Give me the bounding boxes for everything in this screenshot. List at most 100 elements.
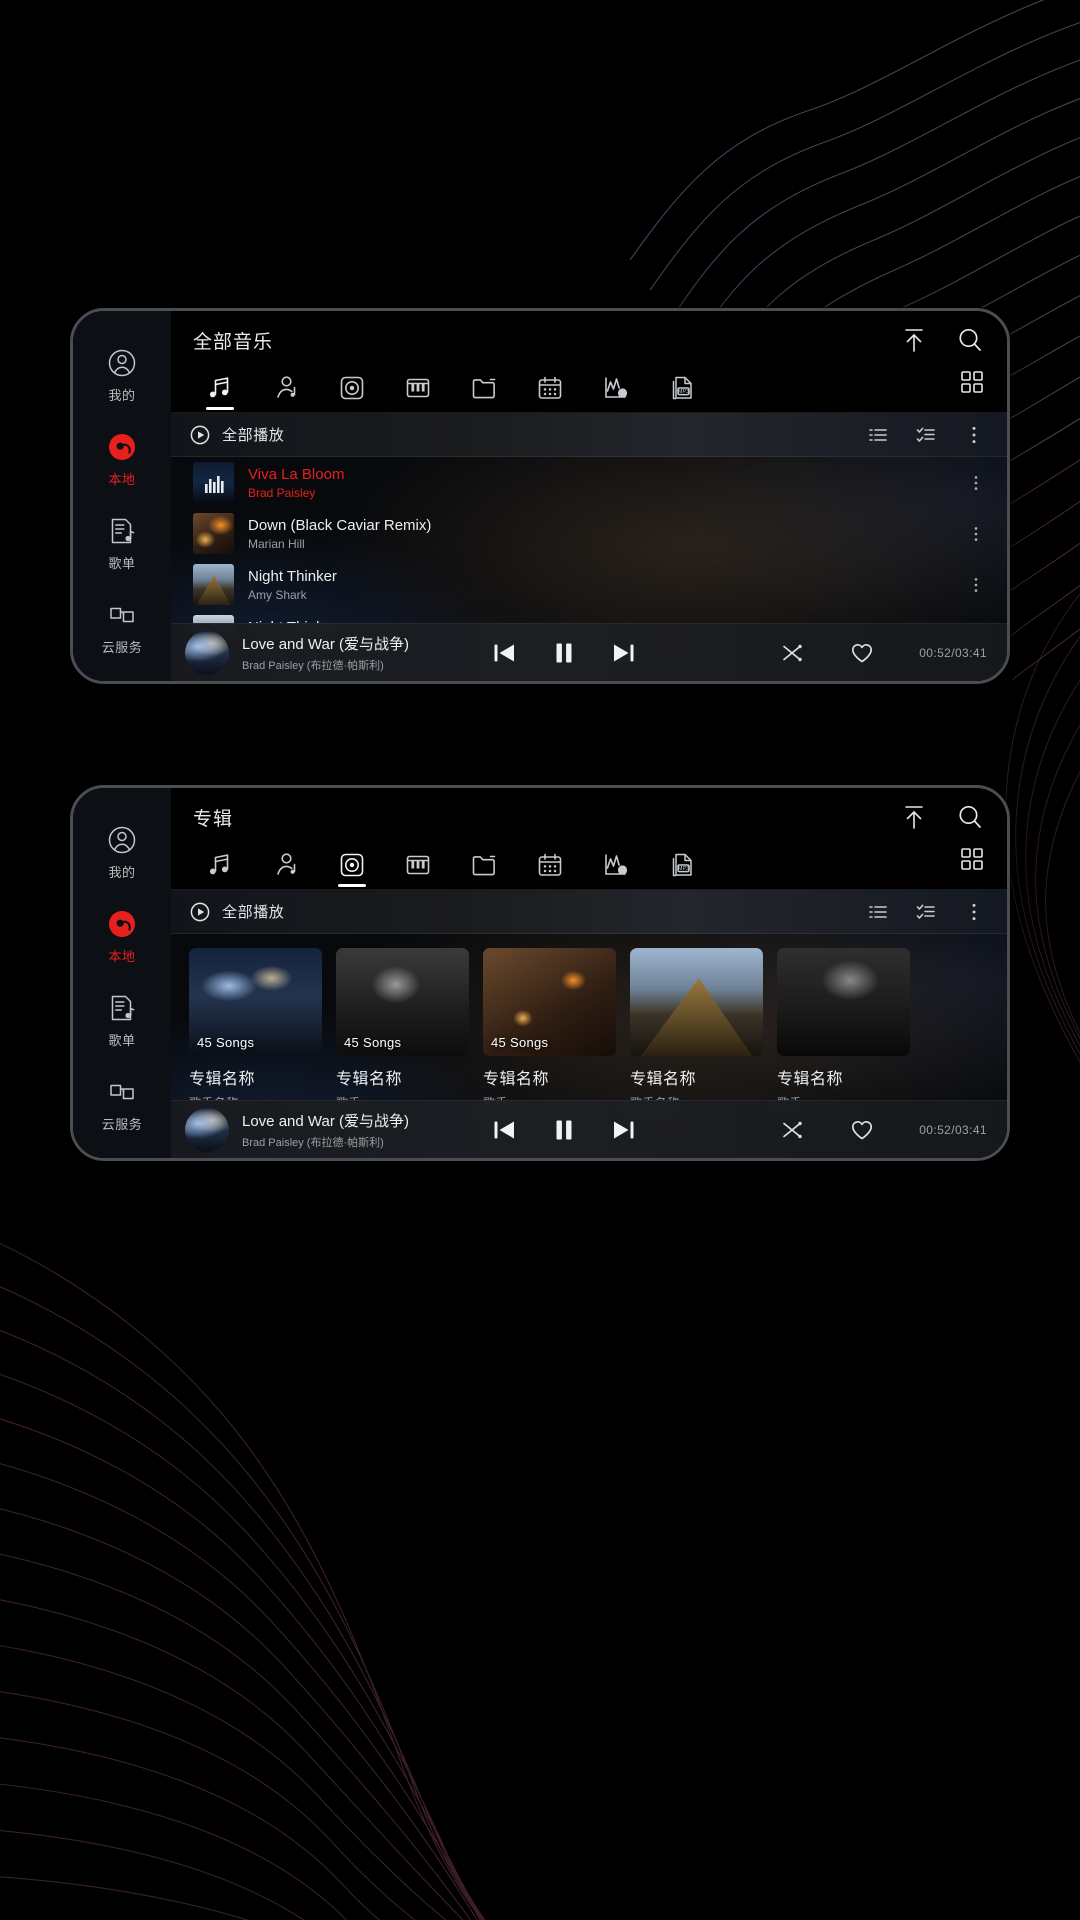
pause-icon[interactable] xyxy=(549,638,579,668)
tab-music[interactable] xyxy=(187,364,253,412)
play-circle-icon[interactable] xyxy=(189,424,211,446)
mp3-file-icon: MP3 xyxy=(672,853,692,877)
list-item[interactable]: 45 Songs 专辑名称 歌手 xyxy=(483,948,616,1111)
pause-icon[interactable] xyxy=(549,1115,579,1145)
artist-icon xyxy=(277,376,296,398)
tab-folder[interactable] xyxy=(451,364,517,412)
more-vertical-icon[interactable] xyxy=(967,474,985,492)
playback-time: 00:52/03:41 xyxy=(919,645,987,660)
list-view-icon[interactable] xyxy=(867,424,889,446)
play-all-bar: 全部播放 xyxy=(171,890,1007,934)
tab-calendar[interactable] xyxy=(517,364,583,412)
more-vertical-icon[interactable] xyxy=(963,901,985,923)
now-playing-artist: Brad Paisley (布拉德·帕斯利) xyxy=(242,1136,384,1149)
calendar-icon xyxy=(538,853,562,876)
upload-arrow-icon[interactable] xyxy=(899,325,929,355)
multi-select-icon[interactable] xyxy=(915,901,937,923)
play-circle-icon[interactable] xyxy=(189,901,211,923)
screen-albums: 我的 本地 歌单 云服务 专辑 Hz MP3 全部播放 45 Songs 专辑名… xyxy=(73,788,1007,1158)
list-item[interactable]: 专辑名称 歌手名称 xyxy=(630,948,763,1111)
heart-icon[interactable] xyxy=(849,1117,875,1143)
song-meta: Viva La Bloom Brad Paisley xyxy=(248,466,953,500)
skip-next-icon[interactable] xyxy=(609,1115,639,1145)
player-extras: 00:52/03:41 xyxy=(779,1117,987,1143)
song-meta: Down (Black Caviar Remix) Marian Hill xyxy=(248,517,953,551)
tab-hires[interactable]: Hz xyxy=(583,364,649,412)
tab-folder[interactable] xyxy=(451,841,517,889)
folder-icon xyxy=(472,378,496,399)
calendar-icon xyxy=(538,376,562,399)
more-vertical-icon[interactable] xyxy=(967,576,985,594)
sidebar-item-playlist[interactable]: 歌单 xyxy=(73,501,171,585)
shuffle-icon[interactable] xyxy=(779,1117,805,1143)
skip-previous-icon[interactable] xyxy=(489,638,519,668)
table-row[interactable]: Viva La Bloom Brad Paisley xyxy=(171,457,1007,508)
sidebar-item-label: 本地 xyxy=(108,949,136,964)
multi-select-icon[interactable] xyxy=(915,424,937,446)
tab-piano[interactable] xyxy=(385,364,451,412)
phone-device-album-grid: 我的 本地 歌单 云服务 专辑 Hz MP3 全部播放 45 Songs 专辑名… xyxy=(70,785,1010,1161)
list-item[interactable]: 45 Songs 专辑名称 歌手名称 xyxy=(189,948,322,1111)
tab-mp3[interactable]: MP3 xyxy=(649,364,715,412)
tab-piano[interactable] xyxy=(385,841,451,889)
now-playing-bar: Love and War (爱与战争) Brad Paisley (布拉德·帕斯… xyxy=(171,1100,1007,1158)
tab-music[interactable] xyxy=(187,841,253,889)
tab-mp3[interactable]: MP3 xyxy=(649,841,715,889)
equalizer-bars-icon xyxy=(205,476,224,493)
tab-artist[interactable] xyxy=(253,841,319,889)
list-item[interactable]: 专辑名称 歌手 xyxy=(777,948,910,1111)
table-row[interactable]: Night Thinker Amy Shark xyxy=(171,559,1007,610)
header: 专辑 xyxy=(171,788,1007,870)
sidebar-item-cloud[interactable]: 云服务 xyxy=(73,1062,171,1146)
user-circle-icon xyxy=(108,826,136,854)
album-cover xyxy=(630,948,763,1056)
search-icon[interactable] xyxy=(955,325,985,355)
svg-text:Hz: Hz xyxy=(619,391,626,397)
sidebar-item-mine[interactable]: 我的 xyxy=(73,810,171,894)
album-cover xyxy=(777,948,910,1056)
transport-controls xyxy=(489,638,639,668)
skip-previous-icon[interactable] xyxy=(489,1115,519,1145)
now-playing-artist: Brad Paisley (布拉德·帕斯利) xyxy=(242,659,384,672)
list-item[interactable]: 45 Songs 专辑名称 歌手 xyxy=(336,948,469,1111)
upload-arrow-icon[interactable] xyxy=(899,802,929,832)
grid-view-icon[interactable] xyxy=(959,846,985,872)
header-actions xyxy=(899,325,985,355)
hz-waveform-icon: Hz xyxy=(605,377,628,398)
playlist-icon xyxy=(111,518,135,544)
album-name: 专辑名称 xyxy=(630,1071,697,1088)
folder-icon xyxy=(472,855,496,876)
skip-next-icon[interactable] xyxy=(609,638,639,668)
sidebar-item-local[interactable]: 本地 xyxy=(73,894,171,978)
shuffle-icon[interactable] xyxy=(779,640,805,666)
hz-waveform-icon: Hz xyxy=(605,854,628,875)
now-playing-bar: Love and War (爱与战争) Brad Paisley (布拉德·帕斯… xyxy=(171,623,1007,681)
tab-calendar[interactable] xyxy=(517,841,583,889)
song-title: Down (Black Caviar Remix) xyxy=(248,516,432,534)
song-artist: Brad Paisley xyxy=(248,485,316,500)
tab-album[interactable] xyxy=(319,841,385,889)
now-playing-title: Love and War (爱与战争) xyxy=(242,1112,409,1130)
list-view-icon[interactable] xyxy=(867,901,889,923)
sidebar-item-playlist[interactable]: 歌单 xyxy=(73,978,171,1062)
more-vertical-icon[interactable] xyxy=(963,424,985,446)
tab-album[interactable] xyxy=(319,364,385,412)
sidebar-item-local[interactable]: 本地 xyxy=(73,417,171,501)
table-row[interactable]: Down (Black Caviar Remix) Marian Hill xyxy=(171,508,1007,559)
user-circle-icon xyxy=(108,349,136,377)
song-artist: Marian Hill xyxy=(248,536,305,551)
album-name: 专辑名称 xyxy=(189,1071,256,1088)
tab-hires[interactable]: Hz xyxy=(583,841,649,889)
playlist-icon xyxy=(111,995,135,1021)
heart-icon[interactable] xyxy=(849,640,875,666)
sidebar-item-mine[interactable]: 我的 xyxy=(73,333,171,417)
search-icon[interactable] xyxy=(955,802,985,832)
sidebar-item-cloud[interactable]: 云服务 xyxy=(73,585,171,669)
more-vertical-icon[interactable] xyxy=(967,525,985,543)
svg-text:MP3: MP3 xyxy=(678,866,689,872)
local-disc-icon xyxy=(109,434,135,460)
grid-view-icon[interactable] xyxy=(959,369,985,395)
sidebar-item-label: 云服务 xyxy=(101,640,143,655)
sidebar-item-label: 我的 xyxy=(108,865,136,880)
tab-artist[interactable] xyxy=(253,364,319,412)
